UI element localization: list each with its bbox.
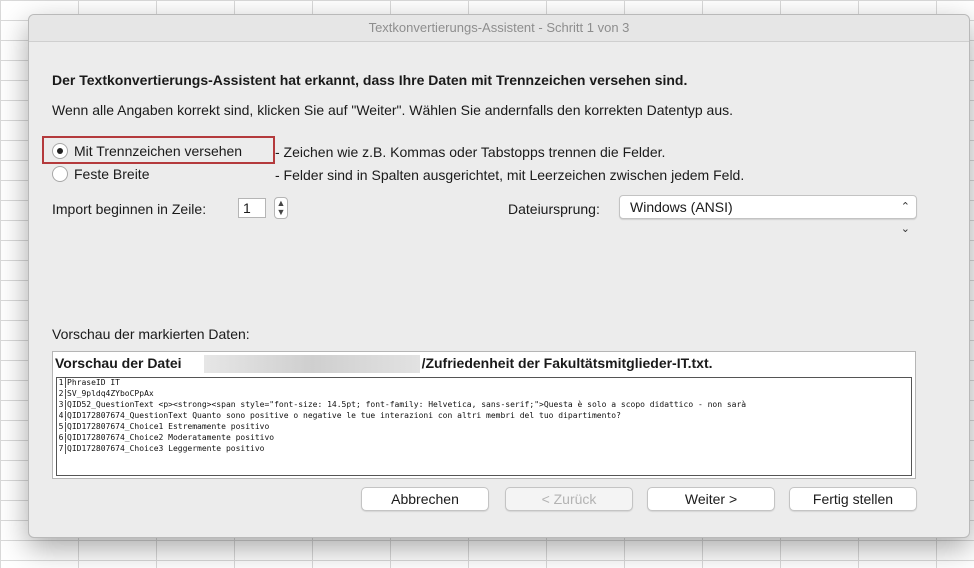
line-text: QID172807674_Choice1 Estremamente positi… [67, 422, 270, 431]
preview-line: 7 QID172807674_Choice3 Leggermente positi… [57, 444, 911, 455]
file-origin-select[interactable]: Windows (ANSI) ⌃ ⌄ [619, 195, 917, 235]
updown-chevron-icon: ⌃ ⌄ [900, 201, 910, 235]
preview-line: 6 QID172807674_Choice2 Moderatamente posi… [57, 433, 911, 444]
import-row-label: Import beginnen in Zeile: [52, 201, 207, 217]
preview-grid[interactable]: 1 PhraseID IT 2 SV_9pldq4ZYboCPpAx 3 QID52_… [56, 377, 912, 476]
text-import-dialog: Textkonvertierungs-Assistent - Schritt 1… [28, 14, 970, 538]
radio-delimited[interactable]: Mit Trennzeichen versehen [52, 141, 242, 161]
preview-line: 4 QID172807674_QuestionText Quanto sono p… [57, 411, 911, 422]
window-title: Textkonvertierungs-Assistent - Schritt 1… [29, 15, 969, 42]
line-number: 4 [57, 411, 66, 421]
radio-button-delimited[interactable] [52, 143, 68, 160]
delimited-description: - Zeichen wie z.B. Kommas oder Tabstopps… [275, 144, 666, 160]
preview-file-suffix: /Zufriedenheit der Fakultätsmitglieder-I… [421, 355, 713, 371]
line-text: QID172807674_Choice2 Moderatamente posit… [67, 433, 275, 442]
wizard-heading: Der Textkonvertierungs-Assistent hat erk… [52, 72, 688, 88]
line-number: 1 [57, 378, 66, 388]
stepper-down-icon[interactable]: ▼ [275, 208, 287, 217]
preview-file-prefix: Vorschau der Datei [55, 355, 182, 371]
preview-label: Vorschau der markierten Daten: [52, 326, 250, 342]
preview-line: 2 SV_9pldq4ZYboCPpAx [57, 389, 911, 400]
fixed-width-description: - Felder sind in Spalten ausgerichtet, m… [275, 167, 745, 183]
radio-fixed-width[interactable]: Feste Breite [52, 164, 149, 184]
line-number: 3 [57, 400, 66, 410]
line-text: QID172807674_QuestionText Quanto sono po… [67, 411, 621, 420]
wizard-instruction: Wenn alle Angaben korrekt sind, klicken … [52, 102, 734, 118]
file-origin-value: Windows (ANSI) [630, 199, 733, 215]
line-number: 2 [57, 389, 66, 399]
line-text: SV_9pldq4ZYboCPpAx [67, 389, 154, 398]
preview-file-header: Vorschau der Datei/Zufriedenheit der Fak… [55, 353, 713, 374]
preview-line: 3 QID52_QuestionText <p><strong><span sty… [57, 400, 911, 411]
preview-box: Vorschau der Datei/Zufriedenheit der Fak… [52, 351, 916, 479]
radio-label-delimited: Mit Trennzeichen versehen [74, 143, 243, 159]
line-number: 5 [57, 422, 66, 432]
preview-line: 5 QID172807674_Choice1 Estremamente posit… [57, 422, 911, 433]
back-button[interactable]: < Zurück [505, 487, 633, 511]
preview-line: 1 PhraseID IT [57, 378, 911, 389]
line-text: PhraseID IT [67, 378, 120, 387]
import-row-input[interactable]: 1 [238, 198, 266, 218]
file-origin-label: Dateiursprung: [508, 201, 600, 217]
line-text: QID172807674_Choice3 Leggermente positiv… [67, 444, 265, 453]
radio-label-fixed-width: Feste Breite [74, 166, 150, 182]
finish-button[interactable]: Fertig stellen [789, 487, 917, 511]
redacted-path [203, 355, 420, 374]
cancel-button[interactable]: Abbrechen [361, 487, 489, 511]
line-number: 7 [57, 444, 66, 454]
line-text: QID52_QuestionText <p><strong><span styl… [67, 400, 747, 409]
next-button[interactable]: Weiter > [647, 487, 775, 511]
line-number: 6 [57, 433, 66, 443]
radio-button-fixed-width[interactable] [52, 166, 68, 183]
import-row-stepper[interactable]: ▲ ▼ [274, 197, 288, 219]
